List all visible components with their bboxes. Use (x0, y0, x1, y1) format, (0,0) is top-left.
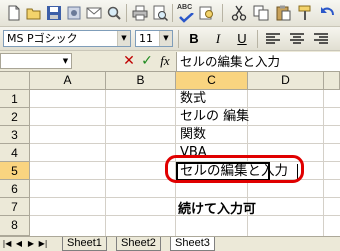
font-size-value: 11 (139, 32, 153, 45)
column-header-e[interactable] (324, 72, 340, 90)
copy-icon[interactable] (252, 4, 270, 22)
sheet-tab-bar: |◀ ◀ ▶ ▶| Sheet1 Sheet2 Sheet3 (0, 236, 340, 251)
align-left-icon[interactable] (264, 30, 282, 48)
chevron-down-icon[interactable]: ▼ (117, 31, 130, 46)
column-header-b[interactable]: B (106, 72, 176, 90)
align-right-icon[interactable] (312, 30, 330, 48)
column-header-a[interactable]: A (30, 72, 106, 90)
toolbar-separator (222, 4, 223, 22)
toolbar-separator (172, 4, 173, 22)
format-painter-icon[interactable] (296, 4, 314, 22)
paste-icon[interactable] (274, 4, 292, 22)
cell-c7[interactable]: 続けて入力可 (178, 201, 256, 219)
row-header-3[interactable]: 3 (0, 126, 30, 144)
column-header-d[interactable]: D (248, 72, 324, 90)
worksheet-grid[interactable]: A B C D 1 2 3 4 5 6 7 8 数式 セルの 編集 関数 VBA… (0, 72, 340, 236)
cell-c2[interactable]: セルの 編集 (178, 108, 249, 126)
spellcheck-icon[interactable]: ABC (177, 4, 195, 23)
save-icon[interactable] (45, 4, 63, 22)
row-header-8[interactable]: 8 (0, 216, 30, 236)
formula-bar: ▼ ✕ ✓ fx セルの編集と入力 (0, 51, 340, 72)
spellcheck-label: ABC (177, 4, 193, 11)
font-size-select[interactable]: 11 ▼ (135, 30, 173, 47)
search-icon[interactable] (105, 4, 123, 22)
prev-sheet-icon[interactable]: ◀ (14, 238, 24, 250)
cut-icon[interactable] (230, 4, 248, 22)
row-header-6[interactable]: 6 (0, 180, 30, 198)
formula-input[interactable]: セルの編集と入力 (176, 52, 340, 71)
new-file-icon[interactable] (5, 4, 23, 22)
row-header-4[interactable]: 4 (0, 144, 30, 162)
row-header-7[interactable]: 7 (0, 198, 30, 216)
insert-function-button[interactable]: fx (156, 52, 174, 70)
name-box[interactable]: ▼ (0, 53, 72, 69)
bold-button[interactable]: B (184, 30, 204, 48)
align-center-icon[interactable] (288, 30, 306, 48)
sheet-tab-2[interactable]: Sheet2 (116, 237, 161, 251)
checkmark-icon (179, 12, 194, 23)
italic-button[interactable]: I (208, 30, 228, 48)
toolbar-separator (257, 30, 258, 48)
enter-button[interactable]: ✓ (138, 52, 156, 70)
font-name-value: MS Pゴシック (7, 32, 78, 45)
toolbar-separator (178, 30, 179, 48)
print-icon[interactable] (131, 4, 149, 22)
formatting-toolbar: MS Pゴシック ▼ 11 ▼ B I U (0, 27, 340, 51)
cell-c3[interactable]: 関数 (178, 126, 206, 144)
open-folder-icon[interactable] (25, 4, 43, 22)
email-icon[interactable] (85, 4, 103, 22)
sheet-tab-1[interactable]: Sheet1 (62, 237, 107, 251)
column-header-c[interactable]: C (176, 72, 248, 90)
select-all-corner[interactable] (0, 72, 30, 90)
print-preview-icon[interactable] (151, 4, 169, 22)
row-header-1[interactable]: 1 (0, 90, 30, 108)
permission-icon[interactable] (65, 4, 83, 22)
sheet-tab-3[interactable]: Sheet3 (170, 237, 215, 251)
next-sheet-icon[interactable]: ▶ (26, 238, 36, 250)
chevron-down-icon[interactable]: ▼ (159, 31, 172, 46)
undo-icon[interactable] (318, 4, 336, 22)
chevron-down-icon[interactable]: ▼ (60, 54, 71, 68)
last-sheet-icon[interactable]: ▶| (38, 238, 48, 250)
cell-c1[interactable]: 数式 (178, 90, 206, 108)
row-header-5[interactable]: 5 (0, 162, 30, 180)
row-header-2[interactable]: 2 (0, 108, 30, 126)
research-icon[interactable] (198, 4, 216, 22)
highlight-ring (165, 155, 304, 183)
first-sheet-icon[interactable]: |◀ (2, 238, 12, 250)
cancel-button[interactable]: ✕ (120, 52, 138, 70)
underline-button[interactable]: U (232, 30, 252, 48)
standard-toolbar: ABC (0, 0, 340, 27)
gridline (30, 197, 340, 198)
font-name-select[interactable]: MS Pゴシック ▼ (3, 30, 131, 47)
toolbar-separator (126, 4, 127, 22)
